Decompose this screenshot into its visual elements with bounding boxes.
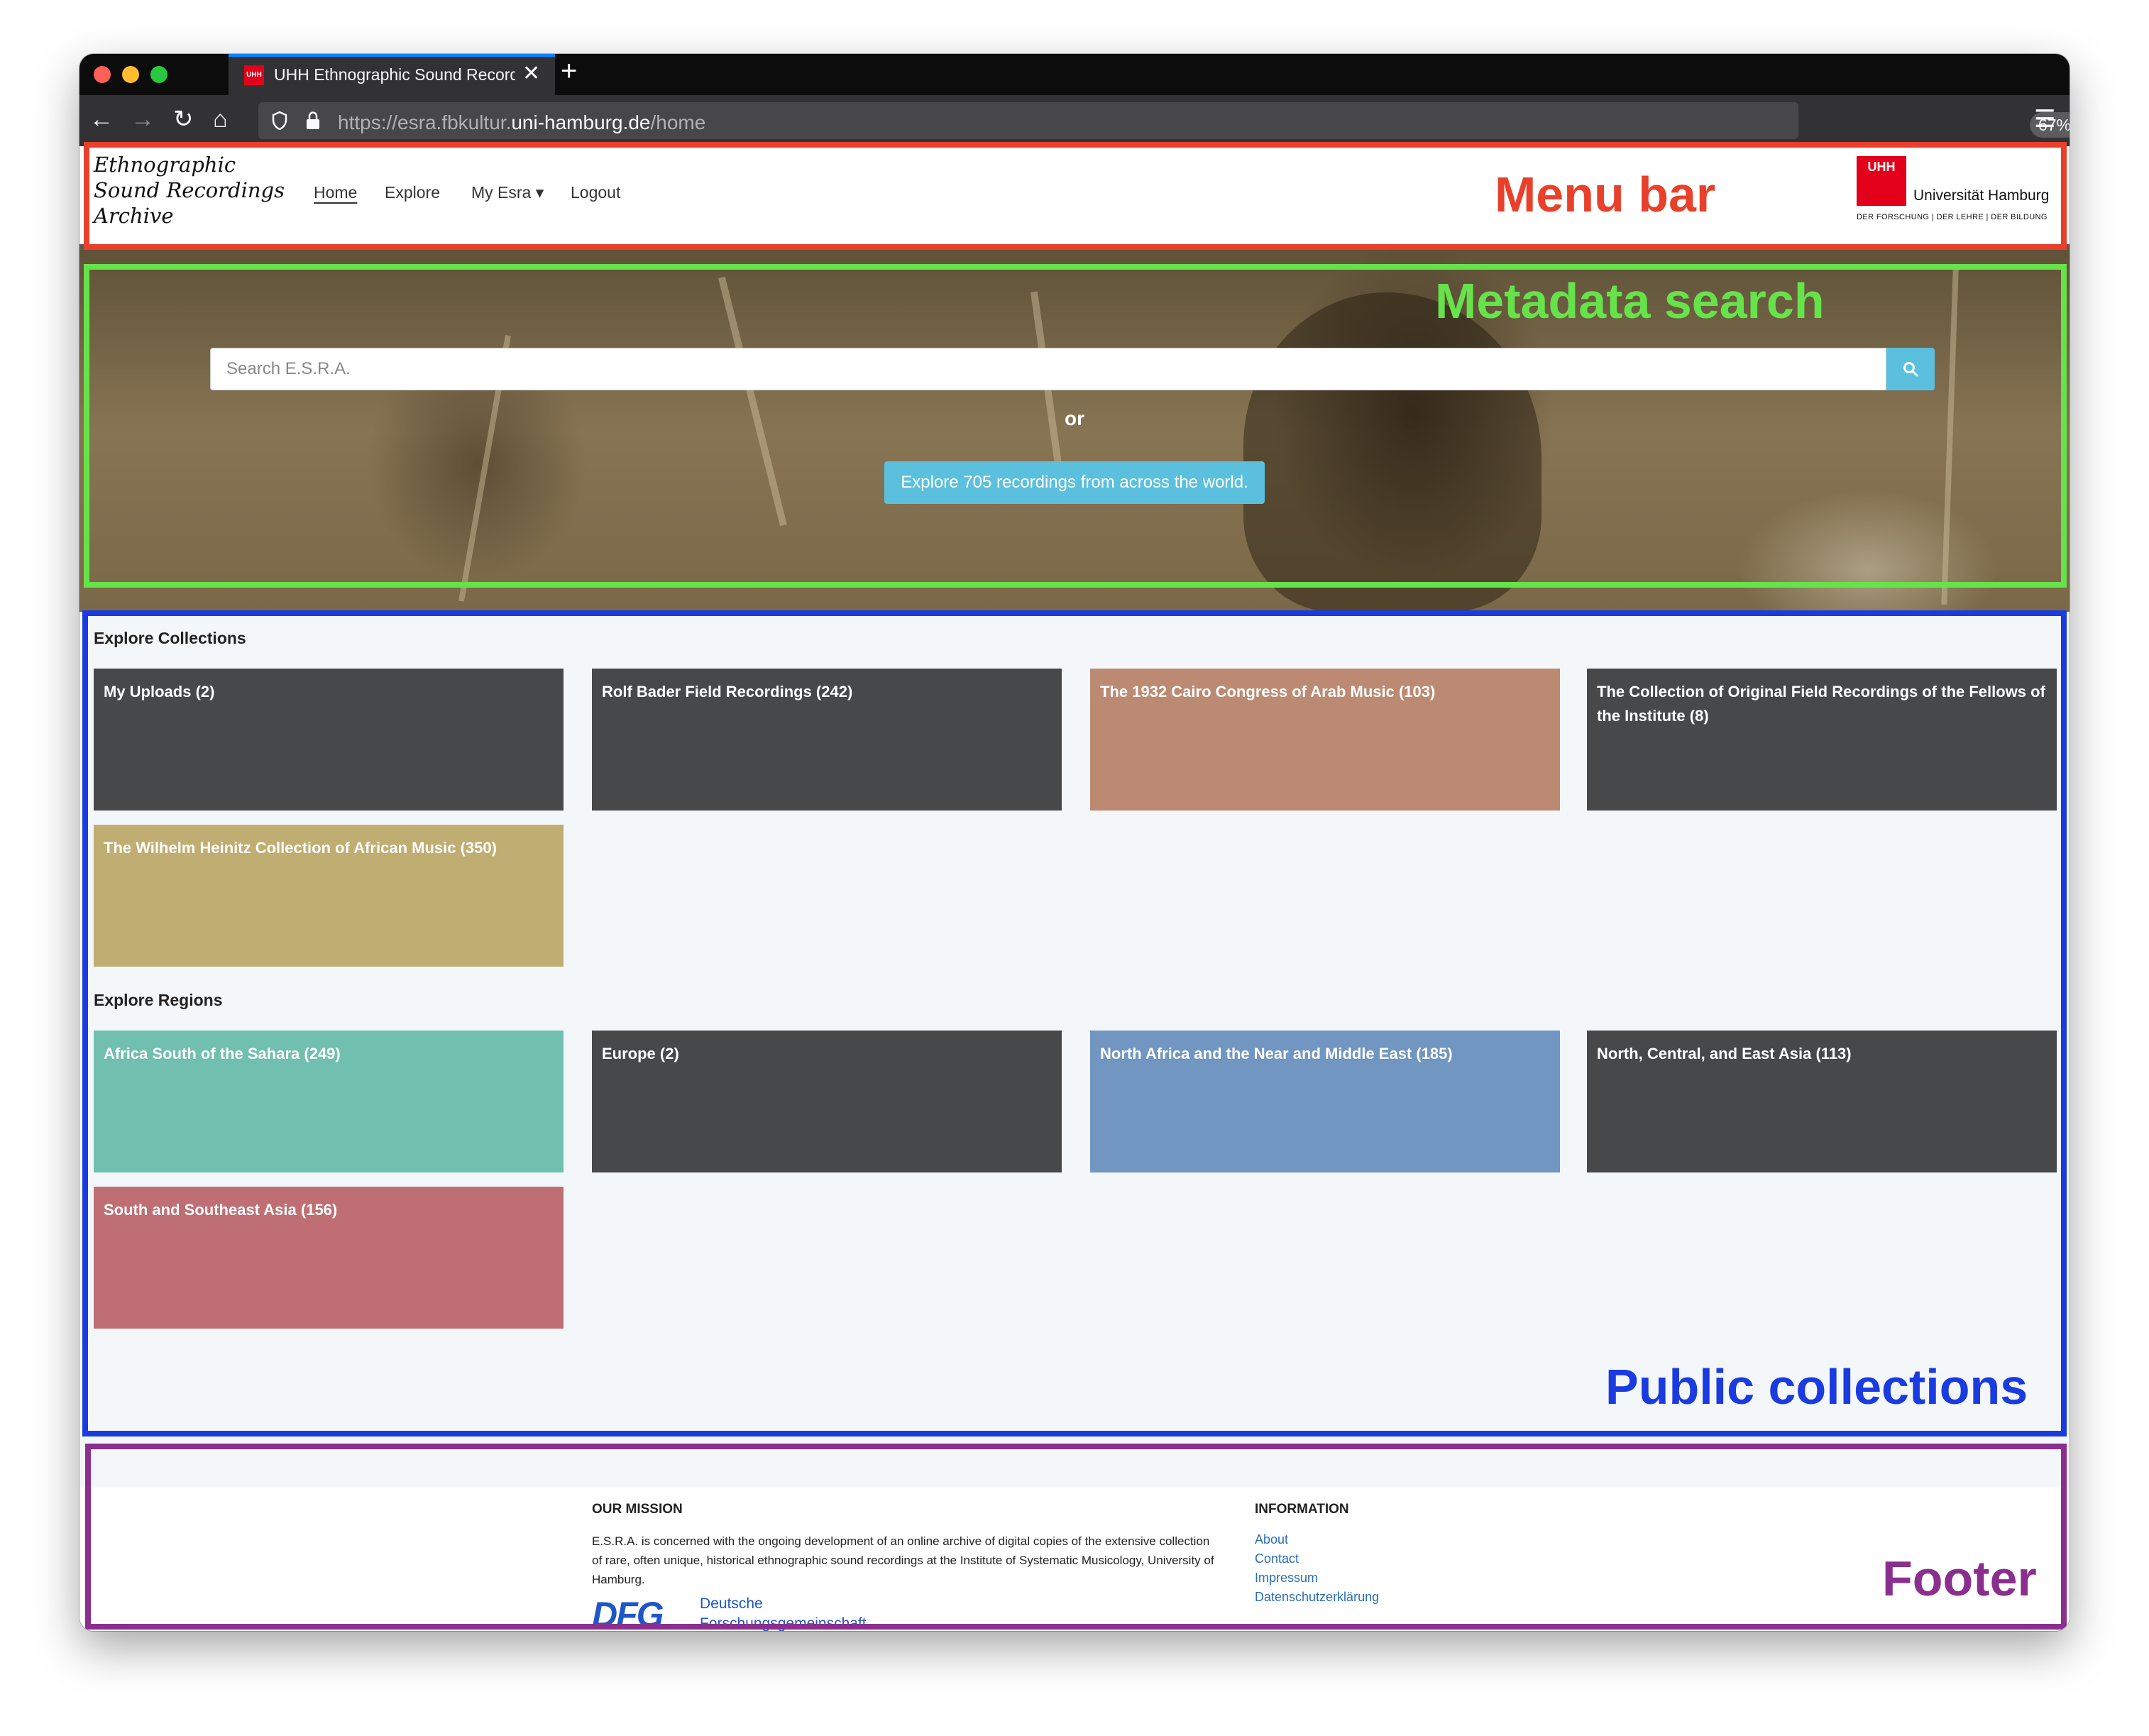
menu-icon[interactable]: ☰ [2034,105,2055,133]
footer-annotation-label: Footer [1882,1551,2037,1606]
browser-tab[interactable]: UHH UHH Ethnographic Sound Recordings Ar… [229,54,555,95]
lock-icon [307,111,319,129]
new-tab-icon[interactable]: + [561,55,577,87]
browser-window: UHH UHH Ethnographic Sound Recordings Ar… [79,54,2070,1631]
reload-icon[interactable]: ↻ [173,105,194,133]
browser-toolbar: ← → ↻ ⌂ https://esra.fbkultur.uni-hambur… [79,95,2070,146]
maximize-window-button[interactable] [150,66,167,83]
uhh-favicon-icon: UHH [244,65,264,85]
forward-icon[interactable]: → [131,105,155,133]
close-window-button[interactable] [94,66,111,83]
minimize-window-button[interactable] [122,66,139,83]
menu-bar-annotation-box [84,142,2067,250]
home-icon[interactable]: ⌂ [213,105,228,133]
footer-annotation-box [85,1444,2067,1630]
shield-icon [272,111,287,131]
menu-bar-annotation-label: Menu bar [1495,167,1716,222]
public-collections-annotation-label: Public collections [1605,1359,2028,1414]
address-bar[interactable]: https://esra.fbkultur.uni-hamburg.de/hom… [258,102,2070,139]
close-tab-icon[interactable]: ✕ [522,61,540,86]
metadata-search-annotation-label: Metadata search [1435,273,1825,329]
tab-bar: UHH UHH Ethnographic Sound Recordings Ar… [79,54,2070,95]
url-text: https://esra.fbkultur.uni-hamburg.de/hom… [338,111,706,133]
tab-title: UHH Ethnographic Sound Recordings Archiv… [274,65,515,84]
back-icon[interactable]: ← [89,105,114,133]
public-collections-annotation-box [82,610,2067,1436]
